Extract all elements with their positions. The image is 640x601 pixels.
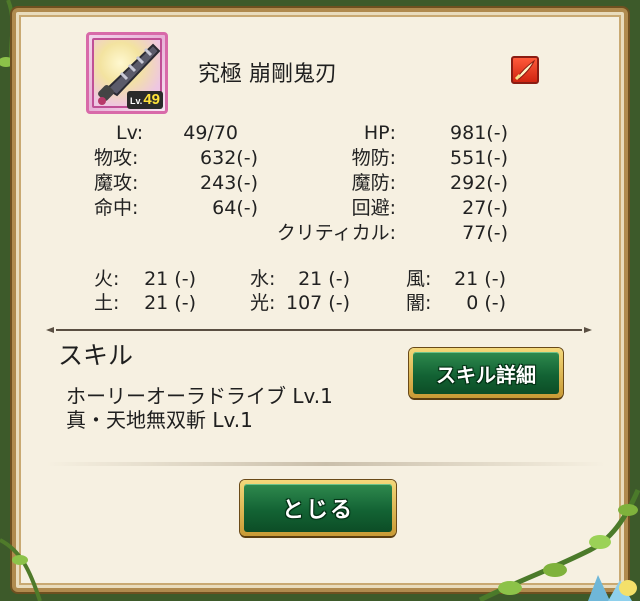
stat-value-accuracy: 64(-) [212, 197, 258, 219]
stat-label-phys-atk: 物攻: [94, 147, 139, 169]
stat-label-mag-atk: 魔攻: [94, 172, 139, 194]
element-value-wind: 21 (-) [454, 268, 506, 290]
skill-section-title: スキル [58, 341, 134, 370]
level-badge-value: 49 [143, 91, 160, 108]
vine-decoration-bottom-right [478, 489, 640, 601]
skill-item: 真・天地無双斬 Lv.1 [66, 408, 253, 432]
stat-label-mag-def: 魔防: [351, 172, 396, 194]
stat-value-evasion: 27(-) [462, 197, 508, 219]
element-value-fire: 21 (-) [144, 268, 196, 290]
stat-label-phys-def: 物防: [351, 147, 396, 169]
close-button-label: とじる [281, 498, 354, 523]
stat-label-accuracy: 命中: [94, 197, 139, 219]
stat-value-mag-atk: 243(-) [200, 172, 258, 194]
element-value-light: 107 (-) [286, 292, 350, 314]
element-label-fire: 火: [94, 268, 120, 290]
element-value-water: 21 (-) [298, 268, 350, 290]
element-label-earth: 土: [94, 292, 120, 314]
skill-details-button[interactable]: スキル詳細 [409, 348, 563, 398]
stat-value-critical: 77(-) [462, 222, 508, 244]
stat-value-phys-atk: 632(-) [200, 147, 258, 169]
skill-details-button-label: スキル詳細 [436, 362, 536, 387]
fire-attack-icon [511, 56, 539, 84]
section-divider [46, 327, 592, 333]
weapon-icon: Lv. 49 [86, 32, 168, 114]
level-badge-prefix: Lv. [129, 96, 143, 106]
level-badge: Lv. 49 [126, 91, 163, 109]
stat-label-critical: クリティカル: [276, 222, 396, 244]
stat-value-hp: 981(-) [450, 122, 508, 144]
close-button[interactable]: とじる [240, 480, 396, 536]
item-name: 究極 崩剛鬼刃 [198, 62, 337, 87]
stat-value-mag-def: 292(-) [450, 172, 508, 194]
stat-value-level: 49/70 [183, 122, 238, 144]
vine-decoration-bottom-left [0, 538, 42, 601]
stat-value-phys-def: 551(-) [450, 147, 508, 169]
element-value-dark: 0 (-) [466, 292, 506, 314]
stat-label-hp: HP: [363, 122, 396, 144]
section-separator [46, 462, 606, 466]
element-value-earth: 21 (-) [144, 292, 196, 314]
stat-label-level: Lv: [116, 122, 144, 144]
stat-label-evasion: 回避: [351, 197, 396, 219]
